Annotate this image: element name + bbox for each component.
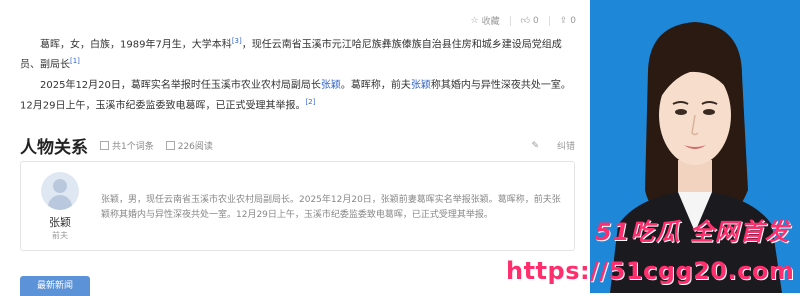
reference-link[interactable]: [1] — [70, 57, 80, 65]
edit-icon[interactable]: ✎ — [531, 141, 539, 151]
person-icon-body — [48, 195, 72, 210]
reference-link[interactable]: [3] — [232, 37, 242, 45]
reference-link[interactable]: [2] — [305, 98, 315, 106]
star-icon: ☆ — [470, 15, 479, 26]
entry-count: 共1个词条 — [100, 139, 154, 152]
relations-header: 人物关系 共1个词条 226阅读 ✎ 纠错 — [20, 133, 575, 158]
intro-paragraph-2: 2025年12月20日，葛晖实名举报时任玉溪市农业农村局副局长张颖。葛晖称，前夫… — [20, 78, 572, 114]
intro-text: 葛晖，女，白族，1989年7月生，大学本科 — [40, 39, 232, 51]
watermark-url: https://51cgg20.com — [506, 257, 795, 285]
watermark-brand: 51吃瓜 全网首发 — [595, 218, 790, 246]
like-button[interactable]: 👍︎ 0 — [521, 16, 539, 26]
relation-description: 张颖，男，现任云南省玉溪市农业农村局副局长。2025年12月20日，张颖前妻葛晖… — [101, 195, 561, 220]
portrait-illustration — [610, 22, 782, 293]
intro-text: 2025年12月20日，葛晖实名举报时任玉溪市农业农村局副局长 — [40, 80, 321, 91]
thumbs-up-icon: 👍︎ — [520, 15, 530, 26]
favorite-label: 收藏 — [481, 17, 500, 27]
tab-latest-news[interactable]: 最新新闻 — [20, 276, 90, 296]
share-icon: ⇪ — [559, 15, 568, 26]
share-button[interactable]: ⇪ 0 — [560, 16, 576, 26]
eye-icon — [165, 141, 175, 150]
article-toolbar: ☆ 收藏 👍︎ 0 ⇪ 0 — [470, 14, 576, 27]
entry-count-label: 共1个词条 — [112, 142, 154, 152]
intro-paragraph-1: 葛晖，女，白族，1989年7月生，大学本科[3]，现任云南省玉溪市元江哈尼族彝族… — [20, 33, 572, 74]
relation-type: 前夫 — [52, 231, 68, 240]
read-count-label: 226阅读 — [177, 142, 213, 152]
relation-name[interactable]: 张颖 — [33, 214, 87, 230]
portrait-photo — [590, 0, 800, 293]
read-count: 226阅读 — [165, 139, 213, 152]
relations-actions: ✎ 纠错 — [531, 139, 575, 153]
relation-card[interactable]: 张颖 前夫 张颖，男，现任云南省玉溪市农业农村局副局长。2025年12月20日，… — [20, 161, 575, 251]
section-title: 人物关系 — [20, 138, 88, 158]
person-link[interactable]: 张颖 — [321, 80, 341, 91]
divider — [509, 15, 511, 26]
person-link[interactable]: 张颖 — [411, 80, 431, 91]
intro-text: 。葛晖称，前夫 — [340, 80, 411, 91]
correction-button[interactable]: 纠错 — [557, 139, 575, 152]
favorite-button[interactable]: ☆ 收藏 — [470, 14, 500, 28]
avatar — [41, 172, 79, 210]
divider — [548, 15, 550, 26]
share-count: 0 — [570, 15, 576, 26]
like-count: 0 — [532, 15, 539, 26]
encyclopedia-content: ☆ 收藏 👍︎ 0 ⇪ 0 葛晖，女，白族，1989年7月生，大学本科[3]，现… — [0, 0, 590, 296]
person-icon — [53, 179, 67, 193]
document-icon — [100, 141, 109, 150]
